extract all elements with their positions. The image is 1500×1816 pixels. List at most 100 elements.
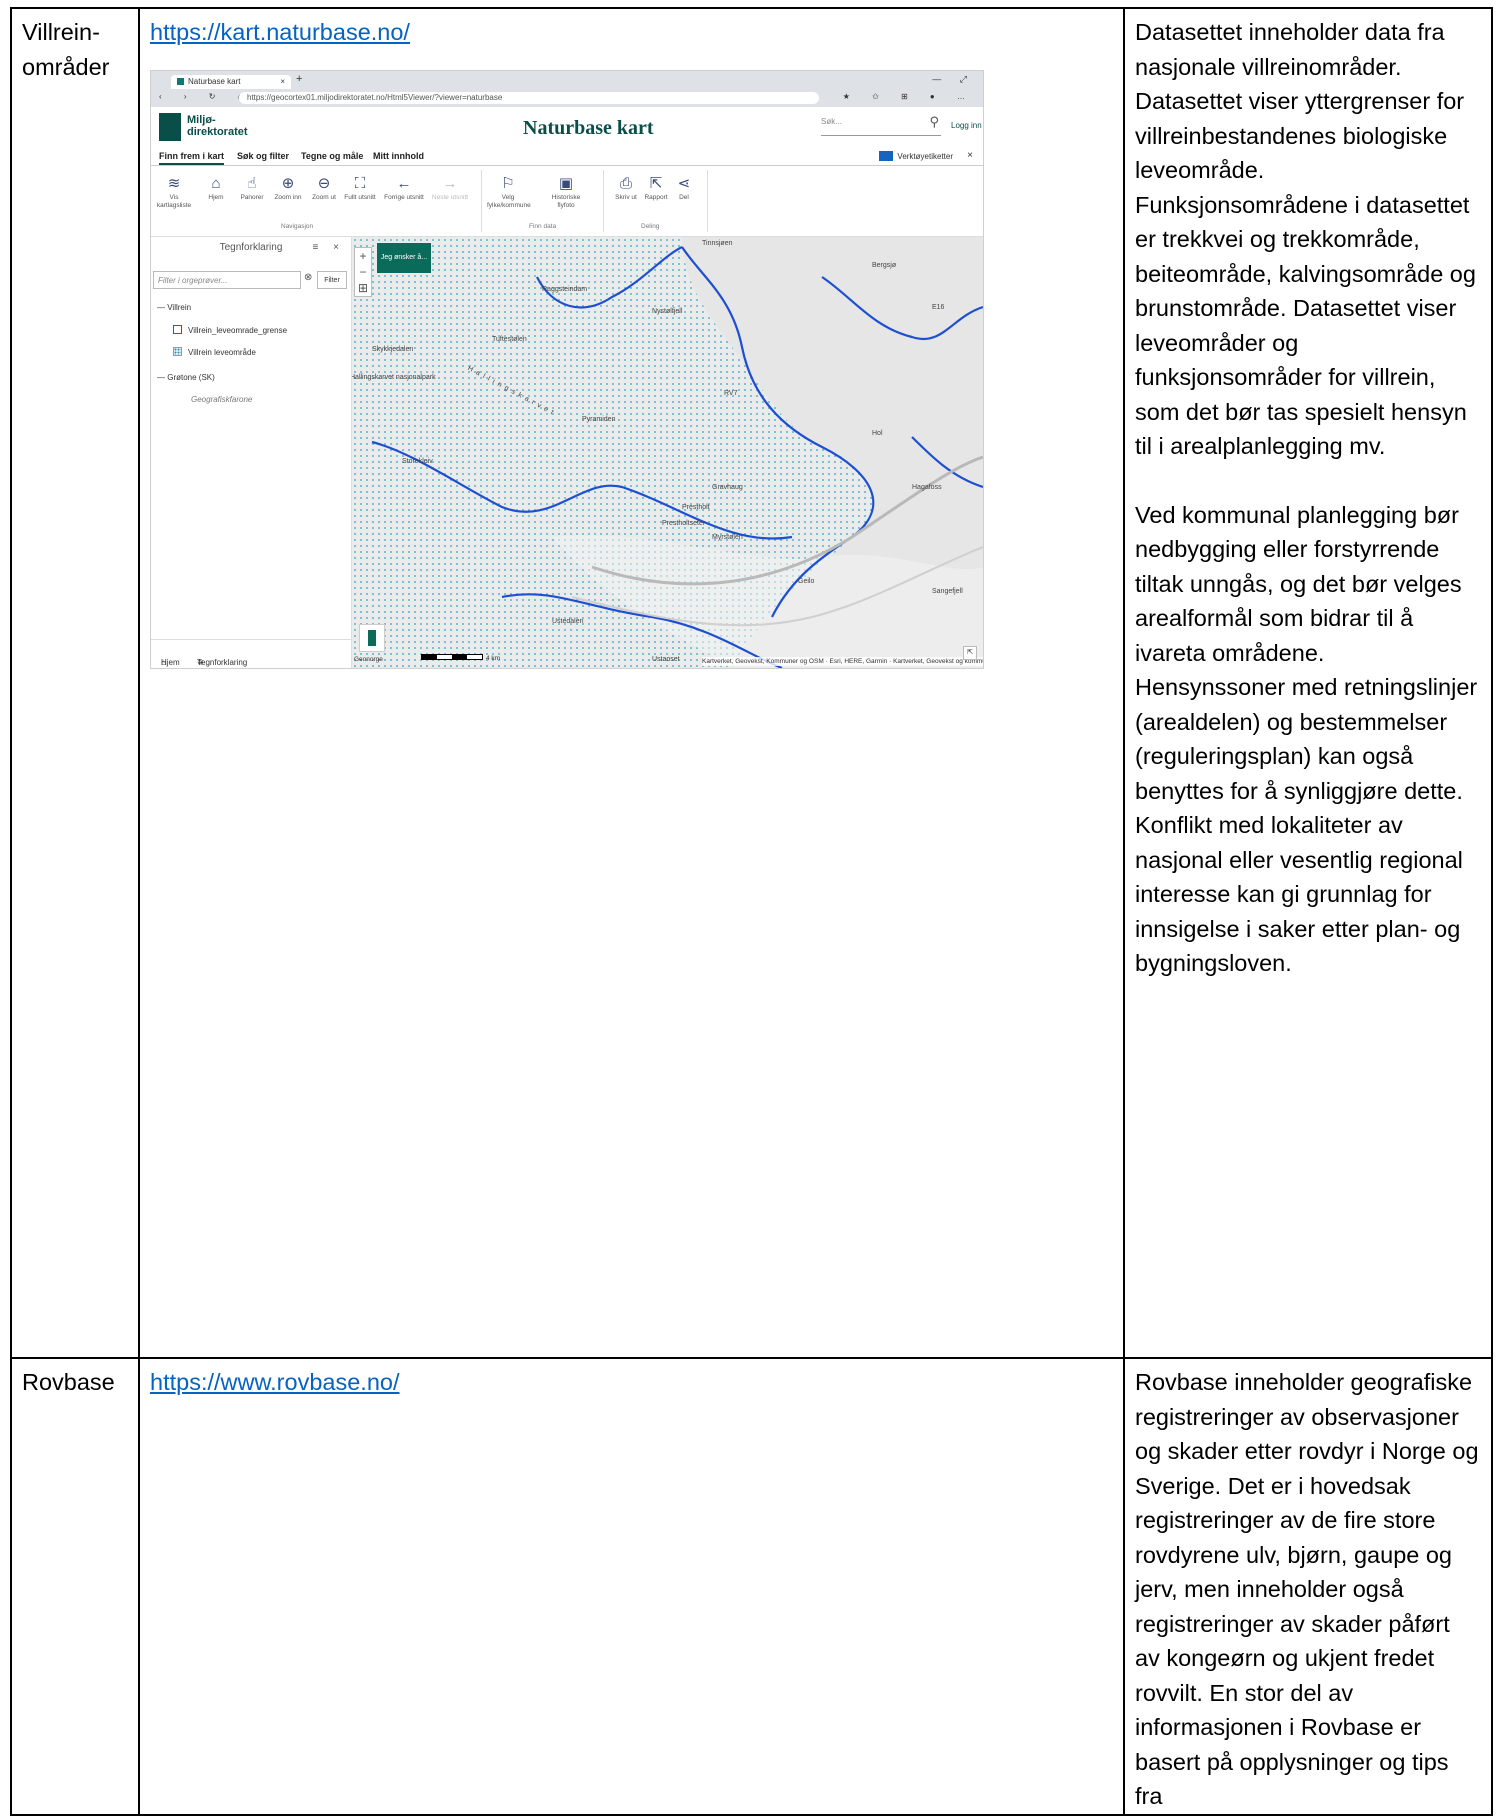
map-label: Ustaoset bbox=[652, 655, 680, 663]
legend-panel: Tegnforklaring ≡ × Filter i orgeprøver..… bbox=[151, 236, 352, 668]
app-title: Naturbase kart bbox=[523, 116, 654, 139]
arrow-left-icon: ← bbox=[396, 174, 412, 192]
i-want-to-button[interactable]: Jeg ønsker å... bbox=[377, 242, 431, 273]
map-label: Raggsteindam bbox=[542, 285, 588, 293]
map-label: Sangefjell bbox=[932, 587, 963, 595]
share-icon: ⋖ bbox=[677, 174, 691, 192]
map-label: Tinnsjøen bbox=[702, 239, 733, 247]
legend-item-label: Villrein leveområde bbox=[188, 347, 256, 357]
map-label: Pyramiden bbox=[582, 415, 616, 423]
tool-previous-extent[interactable]: ← Forrige utsnitt bbox=[383, 174, 425, 202]
login-link[interactable]: Logg inn bbox=[951, 121, 982, 131]
map-label: Prestholt bbox=[682, 503, 710, 511]
miljodirektoratet-logo-icon bbox=[159, 112, 181, 141]
link-cell: https://www.rovbase.no/ bbox=[138, 1357, 1125, 1816]
tool-labels-text: Verktøyetiketter bbox=[897, 151, 953, 161]
arrow-right-icon: → bbox=[442, 174, 458, 192]
geonorge-logo-text: Geonorge bbox=[354, 655, 383, 663]
tool-labels-toggle[interactable]: Verktøyetiketter bbox=[879, 150, 953, 162]
group-finn-data: Finn data bbox=[529, 222, 557, 230]
browser-tab[interactable]: Naturbase kart × bbox=[171, 74, 291, 89]
search-icon[interactable]: ⚲ bbox=[929, 115, 939, 128]
tool-select-county[interactable]: ⚐ Velg fylke/kommune bbox=[487, 174, 531, 210]
tool-label: Hjem bbox=[208, 193, 224, 201]
legend-group-grotone[interactable]: — Grøtone (SK) bbox=[157, 373, 215, 383]
geonorge-logo-icon bbox=[359, 623, 385, 652]
favicon-icon bbox=[177, 77, 184, 85]
menu-sok-og-filter[interactable]: Søk og filter bbox=[237, 151, 289, 161]
legend-controls[interactable]: ≡ × bbox=[313, 242, 345, 253]
bookmark-icon[interactable]: ⊞ bbox=[355, 280, 371, 296]
table-row: Villrein- områder https://kart.naturbase… bbox=[10, 7, 1493, 1359]
tool-label: Zoom inn bbox=[274, 193, 302, 201]
logo-line-2: direktoratet bbox=[187, 125, 248, 138]
map-label: Tuftestølen bbox=[492, 335, 527, 343]
address-bar-row: ‹ › ↻ ⌂ https://geocortex01.miljodirekto… bbox=[159, 91, 975, 105]
browser-actions[interactable]: ★ ✩ ⊞ ● … bbox=[843, 92, 975, 102]
tool-full-extent[interactable]: ⛶ Fullt utsnitt bbox=[339, 174, 381, 202]
document-table: Villrein- områder https://kart.naturbase… bbox=[10, 7, 1493, 1816]
outline-swatch-icon bbox=[173, 324, 182, 334]
search-input[interactable]: Søk... ⚲ bbox=[821, 115, 941, 136]
toolbar-separator bbox=[707, 169, 708, 232]
menu-bar: Finn frem i kart Søk og filter Tegne og … bbox=[151, 147, 983, 166]
scale-label: 4 km bbox=[486, 654, 501, 662]
tool-label: Panorer bbox=[240, 193, 264, 201]
map-zoom-control: + − ⊞ bbox=[354, 246, 372, 297]
search-placeholder: Søk... bbox=[821, 116, 842, 126]
zoom-out-button[interactable]: − bbox=[355, 264, 371, 280]
map-attribution: Kartverket, Geovekst, Kommuner og OSM · … bbox=[702, 656, 983, 666]
legend-item-label: Villrein_leveomrade_grense bbox=[188, 325, 288, 335]
tab-close-icon[interactable]: × bbox=[280, 77, 285, 87]
description-paragraph: Ved kommunal planlegging bør nedbygging … bbox=[1135, 501, 1478, 977]
footer-home-label: Hjem bbox=[161, 657, 180, 667]
table-row: Rovbase https://www.rovbase.no/ Rovbase … bbox=[10, 1357, 1493, 1816]
map-label: Prestholtseter bbox=[662, 519, 706, 527]
clear-filter-icon[interactable]: ⊗ bbox=[304, 272, 312, 283]
tool-label: Velg fylke/kommune bbox=[487, 193, 531, 209]
legend-item[interactable]: Villrein leveområde bbox=[173, 346, 256, 358]
tool-label: Zoom ut bbox=[312, 193, 336, 201]
legend-filter-input[interactable]: Filter i orgeprøver... bbox=[153, 270, 301, 289]
zoom-in-button[interactable]: + bbox=[355, 248, 371, 264]
tool-label: Fullt utsnitt bbox=[344, 193, 376, 201]
toolbar-separator bbox=[481, 169, 482, 232]
expand-icon[interactable]: ⇱ bbox=[963, 645, 977, 660]
menu-finn-frem[interactable]: Finn frem i kart bbox=[159, 151, 225, 165]
map-label: Ustedalen bbox=[552, 617, 584, 625]
description-cell: Datasettet inneholder data fra nasjonale… bbox=[1123, 7, 1493, 1359]
legend-group-villrein[interactable]: — Villrein bbox=[157, 303, 191, 313]
new-tab-button[interactable]: + bbox=[296, 73, 302, 84]
browser-chrome: Naturbase kart × + — ⤢ ‹ › ↻ ⌂ https://g… bbox=[151, 70, 983, 107]
toolbar-separator bbox=[603, 169, 604, 232]
group-deling: Deling bbox=[641, 222, 660, 230]
tool-next-extent[interactable]: → Neste utsnitt bbox=[429, 174, 471, 202]
boundary-line bbox=[536, 245, 683, 308]
tool-historic-photos[interactable]: ▣ Historiske flyfoto bbox=[545, 174, 587, 210]
address-bar[interactable]: https://geocortex01.miljodirektoratet.no… bbox=[239, 91, 819, 104]
photo-icon: ▣ bbox=[558, 174, 574, 192]
rovbase-link[interactable]: https://www.rovbase.no/ bbox=[150, 1365, 399, 1400]
map-label: Skykkjedalen bbox=[372, 345, 414, 353]
description-cell: Rovbase inneholder geografiske registrer… bbox=[1123, 1357, 1493, 1816]
tool-label: Vis kartlagsliste bbox=[156, 193, 192, 209]
map-canvas[interactable]: Raggsteindam Nystølfjell Tinnsjøen Halli… bbox=[352, 236, 983, 668]
toolbar: ≋ Vis kartlagsliste ⌂ Hjem ☝ Panorer ⊕ Zoom … bbox=[151, 166, 983, 237]
map-label: Bergsjø bbox=[872, 261, 897, 269]
window-controls[interactable]: — ⤢ bbox=[932, 74, 975, 84]
close-toolbar-icon[interactable]: × bbox=[967, 150, 973, 161]
legend-item[interactable]: Villrein_leveomrade_grense bbox=[173, 324, 288, 336]
menu-mitt-innhold[interactable]: Mitt innhold bbox=[373, 151, 424, 161]
tool-layer-list[interactable]: ≋ Vis kartlagsliste bbox=[153, 174, 195, 210]
road-label: E16 bbox=[932, 303, 945, 311]
naturbase-link[interactable]: https://kart.naturbase.no/ bbox=[150, 15, 410, 50]
menu-tegne-og-male[interactable]: Tegne og måle bbox=[301, 151, 363, 161]
footer-legend-label: Tegnforklaring bbox=[197, 657, 248, 667]
group-navigasjon: Navigasjon bbox=[281, 222, 314, 230]
tool-share[interactable]: ⋖ Del bbox=[663, 174, 705, 202]
tool-label: Neste utsnitt bbox=[431, 193, 469, 201]
filter-button[interactable]: Filter bbox=[317, 270, 347, 289]
legend-item[interactable]: Geografiskfarone bbox=[191, 395, 252, 405]
map-label: Myrstølen bbox=[712, 533, 743, 541]
dataset-name: Rovbase bbox=[22, 1369, 115, 1395]
